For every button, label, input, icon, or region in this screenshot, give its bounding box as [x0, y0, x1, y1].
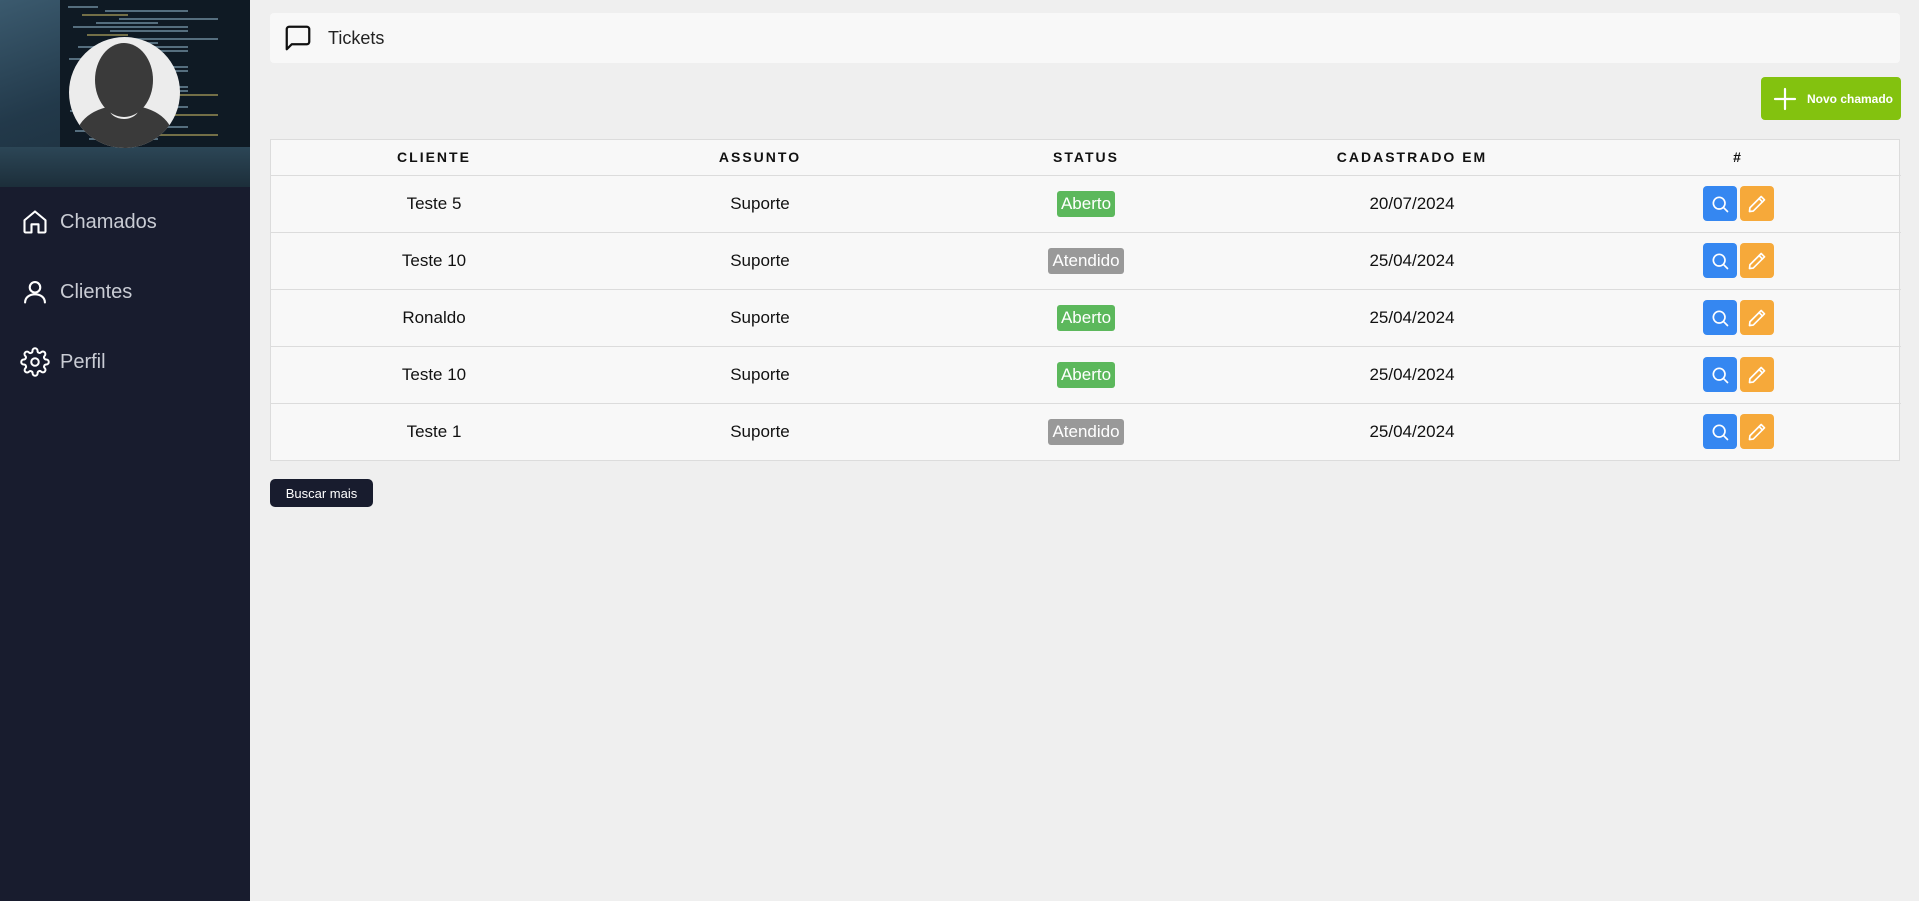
cell-cadastrado: 25/04/2024: [1249, 346, 1575, 404]
search-icon: [1712, 367, 1728, 383]
status-badge: Atendido: [1048, 247, 1124, 274]
pencil-icon: [1748, 252, 1765, 269]
search-icon: [1712, 424, 1728, 441]
table-row: Teste 5 Suporte Aberto 20/07/2024: [271, 175, 1901, 233]
cell-actions: [1575, 289, 1901, 347]
cell-cliente: Ronaldo: [271, 289, 597, 347]
load-more-button[interactable]: Buscar mais: [270, 479, 373, 507]
edit-ticket-button[interactable]: [1739, 414, 1774, 450]
table-row: Teste 10 Suporte Aberto 25/04/2024: [271, 346, 1901, 404]
table-row: Teste 10 Suporte Atendido 25/04/2024: [271, 232, 1901, 290]
cell-cliente: Teste 10: [271, 232, 597, 290]
search-icon: [1712, 196, 1728, 212]
sidebar-item-label: Chamados: [60, 210, 157, 233]
view-ticket-button[interactable]: [1702, 300, 1737, 335]
edit-ticket-button[interactable]: [1739, 357, 1774, 392]
cell-cadastrado: 25/04/2024: [1369, 421, 1455, 441]
cell-cadastrado: 25/04/2024: [1249, 289, 1575, 347]
cell-status: Aberto: [923, 175, 1249, 233]
page-title: Tickets: [328, 27, 385, 48]
new-ticket-button[interactable]: Novo chamado: [1761, 77, 1901, 120]
banner-code-line: [68, 6, 98, 8]
banner-desk: [0, 147, 250, 187]
edit-ticket-button[interactable]: [1739, 300, 1774, 335]
pencil-icon: [1748, 195, 1765, 212]
view-ticket-button[interactable]: [1702, 243, 1737, 278]
status-badge: Atendido: [1048, 418, 1124, 445]
gear-icon: [20, 347, 50, 377]
cell-assunto: Suporte: [597, 346, 923, 404]
table-row: Ronaldo Suporte Aberto 25/04/2024: [271, 289, 1901, 347]
pencil-icon: [1748, 423, 1765, 441]
edit-ticket-button[interactable]: [1739, 186, 1774, 221]
view-ticket-button[interactable]: [1702, 357, 1737, 392]
cell-cadastrado: 20/07/2024: [1249, 175, 1575, 233]
table-row: Teste 1 Suporte Atendido 25/04/2024: [271, 403, 1901, 460]
banner-code-line: [110, 30, 188, 32]
user-icon: [20, 277, 50, 307]
sidebar-banner: [0, 0, 250, 187]
cell-status: Atendido: [923, 403, 1249, 460]
search-icon: [1712, 310, 1728, 326]
cell-status: Atendido: [923, 232, 1249, 290]
sidebar-item-label: Perfil: [60, 350, 106, 373]
view-ticket-button[interactable]: [1702, 186, 1737, 221]
cell-assunto: Suporte: [597, 175, 923, 233]
column-header: #: [1575, 140, 1901, 176]
page-header: Tickets: [270, 13, 1900, 63]
cell-cliente: Teste 10: [271, 346, 597, 404]
status-badge: Aberto: [1056, 304, 1116, 331]
sidebar-item-clientes[interactable]: Clientes: [0, 257, 250, 327]
cell-cliente: Teste 5: [271, 175, 597, 233]
edit-ticket-button[interactable]: [1739, 243, 1774, 278]
cell-status: Aberto: [923, 346, 1249, 404]
cell-status: Aberto: [923, 289, 1249, 347]
new-ticket-label: Novo chamado: [1807, 91, 1894, 106]
cell-cadastrado: 25/04/2024: [1249, 232, 1575, 290]
sidebar-nav: Chamados Clientes Perfil: [0, 187, 250, 397]
home-icon: [20, 207, 50, 237]
cell-assunto: Suporte: [730, 421, 790, 441]
avatar: [69, 37, 180, 148]
cell-assunto: Suporte: [597, 289, 923, 347]
cell-actions: [1575, 346, 1901, 404]
banner-code-line: [73, 26, 188, 28]
cell-assunto: Suporte: [597, 232, 923, 290]
sidebar: Chamados Clientes Perfil: [0, 0, 250, 901]
cell-actions: [1575, 403, 1901, 460]
status-badge: Aberto: [1056, 190, 1116, 217]
column-header: CADASTRADO EM: [1249, 140, 1575, 176]
banner-code-line: [87, 34, 128, 36]
plus-icon: [1773, 87, 1797, 111]
cell-cliente: Teste 1: [406, 421, 462, 441]
search-icon: [1712, 253, 1728, 269]
column-header: ASSUNTO: [597, 140, 923, 176]
column-header: CLIENTE: [271, 140, 597, 176]
column-header: STATUS: [923, 140, 1249, 176]
view-ticket-button[interactable]: [1702, 414, 1737, 450]
banner-code-line: [96, 22, 158, 24]
sidebar-item-chamados[interactable]: Chamados: [0, 187, 250, 257]
status-badge: Aberto: [1056, 361, 1116, 388]
pencil-icon: [1748, 309, 1765, 326]
banner-code-line: [119, 18, 218, 20]
cell-actions: [1575, 232, 1901, 290]
sidebar-item-perfil[interactable]: Perfil: [0, 327, 250, 397]
cell-actions: [1575, 175, 1901, 233]
tickets-table: CLIENTE ASSUNTO STATUS CADASTRADO EM # T…: [270, 139, 1901, 461]
table-header-row: CLIENTE ASSUNTO STATUS CADASTRADO EM #: [271, 140, 1901, 176]
message-square-icon: [282, 22, 314, 54]
banner-code-line: [105, 10, 188, 12]
sidebar-item-label: Clientes: [60, 280, 133, 303]
pencil-icon: [1748, 366, 1765, 383]
banner-code-line: [82, 14, 128, 16]
